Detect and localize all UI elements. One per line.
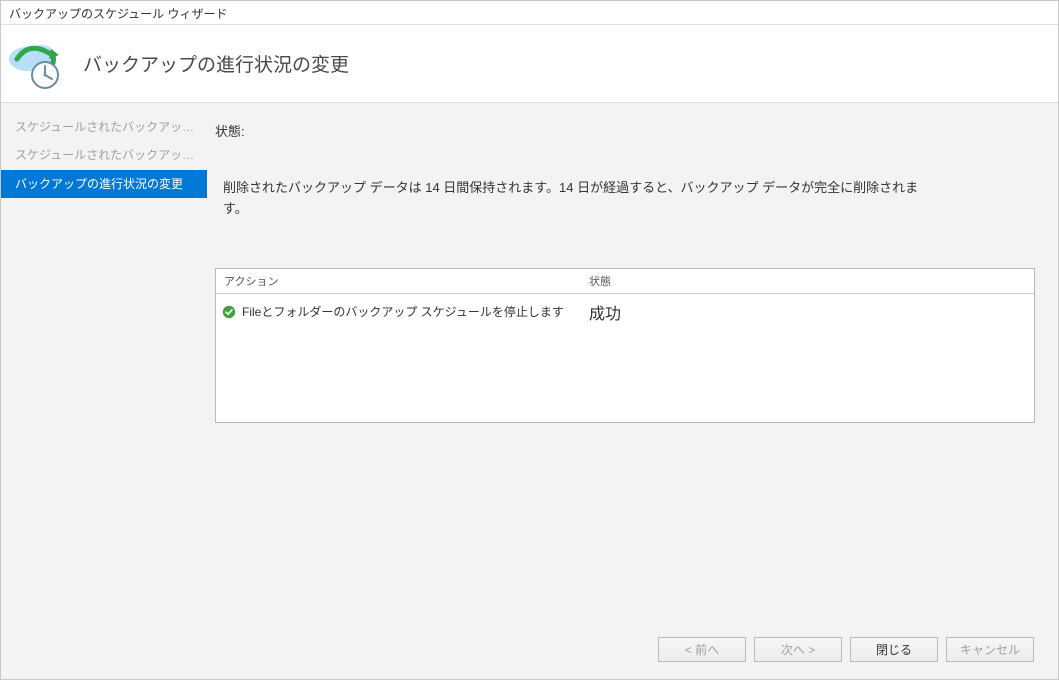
success-check-icon	[222, 305, 236, 319]
sidebar-item-stop-scheduled[interactable]: スケジュールされたバックアップの停止	[1, 141, 207, 169]
status-label: 状態:	[215, 121, 1035, 140]
close-button[interactable]: 閉じる	[850, 637, 938, 662]
cell-status: 成功	[581, 300, 1034, 324]
sidebar-item-label: バックアップの進行状況の変更	[15, 177, 183, 191]
column-status: 状態	[581, 273, 1034, 289]
sidebar-item-scheduled-backup[interactable]: スケジュールされたバックアップを..	[1, 113, 207, 141]
wizard-footer: < 前へ 次へ > 閉じる キャンセル	[1, 619, 1058, 679]
table-row: Fileとフォルダーのバックアップ スケジュールを停止します 成功	[216, 294, 1034, 330]
status-description: 削除されたバックアップ データは 14 日間保持されます。14 日が経過すると、…	[215, 178, 935, 220]
cancel-button: キャンセル	[946, 637, 1034, 662]
cell-action: Fileとフォルダーのバックアップ スケジュールを停止します	[216, 303, 581, 320]
next-button: 次へ >	[754, 637, 842, 662]
table-header: アクション 状態	[216, 269, 1034, 294]
wizard-body: スケジュールされたバックアップを.. スケジュールされたバックアップの停止 バッ…	[1, 103, 1058, 619]
sidebar-item-change-progress[interactable]: バックアップの進行状況の変更	[1, 170, 207, 198]
sidebar-item-label: スケジュールされたバックアップを..	[15, 120, 207, 134]
action-text: Fileとフォルダーのバックアップ スケジュールを停止します	[242, 303, 564, 320]
window-title-bar: バックアップのスケジュール ウィザード	[1, 1, 1058, 25]
wizard-steps-sidebar: スケジュールされたバックアップを.. スケジュールされたバックアップの停止 バッ…	[1, 103, 207, 619]
sidebar-item-label: スケジュールされたバックアップの停止	[15, 148, 207, 162]
column-action: アクション	[216, 273, 581, 289]
action-status-table: アクション 状態 Fileとフォルダーのバックアップ スケジュールを停止します …	[215, 268, 1035, 423]
prev-button: < 前へ	[658, 637, 746, 662]
wizard-header: バックアップの進行状況の変更	[1, 25, 1058, 103]
page-title: バックアップの進行状況の変更	[83, 50, 349, 77]
window-title: バックアップのスケジュール ウィザード	[9, 7, 228, 21]
wizard-content: 状態: 削除されたバックアップ データは 14 日間保持されます。14 日が経過…	[207, 103, 1059, 619]
backup-cloud-clock-icon	[7, 35, 65, 93]
